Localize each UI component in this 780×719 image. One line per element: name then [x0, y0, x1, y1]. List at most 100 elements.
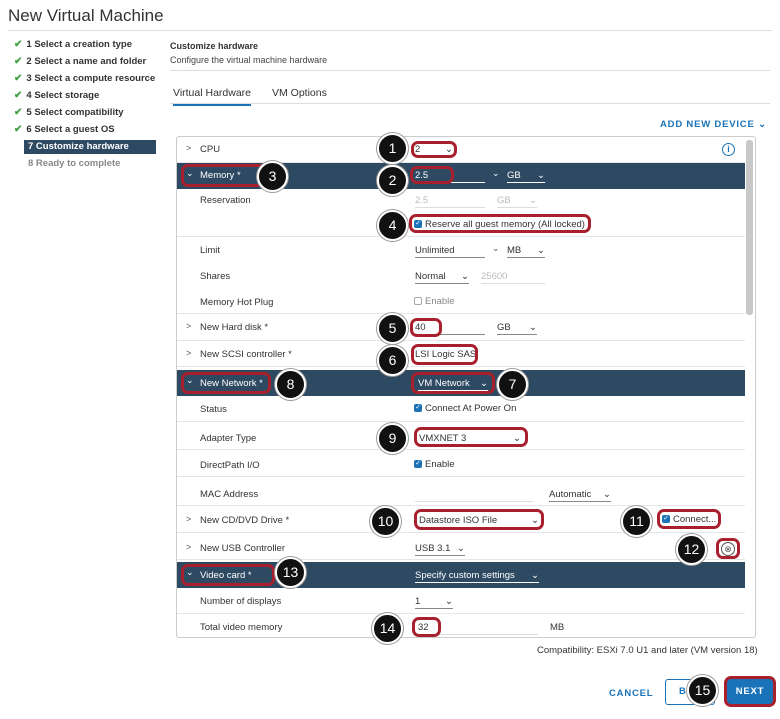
hard-disk-label: New Hard disk * [200, 322, 269, 333]
step-8: 8 Ready to complete [28, 158, 121, 169]
callout-badge: 8 [275, 369, 306, 400]
check-icon: ✔ [14, 107, 23, 118]
compatibility-text: Compatibility: ESXi 7.0 U1 and later (VM… [537, 645, 758, 656]
step-6[interactable]: ✔ 6 Select a guest OS [14, 123, 115, 137]
divider [177, 236, 745, 237]
cdrom-label: New CD/DVD Drive * [200, 515, 290, 526]
step-1[interactable]: ✔ 1 Select a creation type [14, 38, 132, 52]
step-label: 5 Select compatibility [26, 107, 124, 118]
section-title: Customize hardware [170, 41, 259, 51]
highlight-memory-value [410, 166, 454, 184]
highlight-adapter [414, 427, 528, 447]
tab-divider [170, 103, 770, 104]
cancel-button[interactable]: CANCEL [609, 688, 653, 699]
scrollbar-thumb[interactable] [746, 140, 753, 315]
highlight-video-label [181, 564, 275, 586]
chevron-down-icon: ⌄ [457, 543, 465, 554]
callout-badge: 11 [621, 506, 652, 537]
step-3[interactable]: ✔ 3 Select a compute resource [14, 72, 155, 86]
chevron-down-icon: ⌄ [529, 195, 537, 206]
check-icon: ✔ [14, 56, 23, 67]
step-label: 6 Select a guest OS [26, 124, 115, 135]
reservation-label: Reservation [200, 195, 251, 206]
highlight-video-memory [412, 617, 441, 637]
status-label: Status [200, 404, 227, 415]
mac-row [177, 478, 745, 506]
callout-badge: 4 [377, 210, 408, 241]
chevron-right-icon[interactable]: > [186, 542, 191, 552]
highlight-network-select [411, 372, 495, 394]
limit-input[interactable]: Unlimited [415, 244, 485, 258]
check-icon: ✔ [14, 124, 23, 135]
info-icon[interactable]: i [722, 143, 735, 156]
chevron-down-icon: ⌄ [492, 243, 500, 253]
step-2[interactable]: ✔ 2 Select a name and folder [14, 55, 146, 69]
video-settings-select[interactable]: Specify custom settings ⌄ [415, 569, 539, 583]
callout-badge: 14 [372, 613, 403, 644]
header-divider [170, 70, 770, 71]
reservation-input[interactable]: 2.5 [415, 194, 485, 208]
check-icon: ✔ [14, 39, 23, 50]
usb-select[interactable]: USB 3.1 ⌄ [415, 542, 465, 556]
tab-vm-options[interactable]: VM Options [272, 87, 327, 99]
limit-unit: MB [507, 245, 522, 256]
step-label: 1 Select a creation type [26, 39, 132, 50]
add-device-label: ADD NEW DEVICE [660, 119, 755, 130]
highlight-network-label [181, 372, 271, 394]
displays-label: Number of displays [200, 596, 282, 607]
cpu-row [177, 137, 745, 163]
chevron-right-icon[interactable]: > [186, 321, 191, 331]
video-memory-unit: MB [550, 622, 565, 633]
chevron-down-icon: ⌄ [529, 322, 537, 333]
step-7-active[interactable]: 7 Customize hardware [24, 140, 156, 154]
hard-disk-unit-select[interactable]: GB ⌄ [497, 321, 537, 335]
usb-label: New USB Controller [200, 543, 285, 554]
chevron-right-icon[interactable]: > [186, 143, 191, 153]
status-value: Connect At Power On [425, 403, 517, 414]
chevron-down-icon: ⌄ [531, 570, 539, 581]
highlight-hard-disk [410, 318, 442, 337]
callout-badge: 6 [377, 345, 408, 376]
step-label: 3 Select a compute resource [26, 73, 156, 84]
step-label: 2 Select a name and folder [26, 56, 147, 67]
step-4[interactable]: ✔ 4 Select storage [14, 89, 99, 103]
reservation-unit-select[interactable]: GB ⌄ [497, 194, 537, 208]
callout-badge: 13 [275, 557, 306, 588]
displays-value: 1 [415, 596, 421, 607]
chevron-down-icon: ⌄ [758, 119, 767, 130]
section-subtitle: Configure the virtual machine hardware [170, 55, 328, 65]
limit-unit-select[interactable]: MB ⌄ [507, 244, 545, 258]
memory-unit: GB [507, 170, 521, 181]
step-label: 4 Select storage [26, 90, 100, 101]
highlight-reserve-all [409, 214, 591, 233]
shares-label: Shares [200, 271, 231, 282]
callout-badge: 12 [676, 534, 707, 565]
add-new-device-button[interactable]: ADD NEW DEVICE ⌄ [660, 119, 767, 130]
connect-power-on-checkbox[interactable]: ✓ Connect At Power On [414, 403, 516, 414]
shares-input[interactable]: 25600 [481, 270, 545, 284]
callout-badge: 15 [687, 675, 718, 706]
directpath-row [177, 451, 745, 477]
shares-select[interactable]: Normal ⌄ [415, 270, 469, 284]
highlight-cpu [411, 141, 457, 158]
memory-unit-select[interactable]: GB ⌄ [507, 169, 545, 183]
displays-select[interactable]: 1 ⌄ [415, 595, 453, 609]
callout-badge: 5 [377, 313, 408, 344]
callout-badge: 2 [377, 165, 408, 196]
highlight-scsi [411, 344, 478, 365]
step-5[interactable]: ✔ 5 Select compatibility [14, 106, 124, 120]
callout-badge: 7 [497, 369, 528, 400]
chevron-down-icon: ⌄ [492, 168, 500, 178]
chevron-down-icon: ⌄ [537, 170, 545, 181]
callout-badge: 3 [257, 161, 288, 192]
video-value: Specify custom settings [415, 570, 515, 581]
chevron-right-icon[interactable]: > [186, 348, 191, 358]
check-icon: ✔ [14, 90, 23, 101]
checkbox-checked-icon: ✓ [414, 404, 422, 413]
chevron-down-icon: ⌄ [537, 245, 545, 256]
shares-level: Normal [415, 271, 446, 282]
window-title: New Virtual Machine [8, 6, 164, 25]
callout-badge: 1 [377, 133, 408, 164]
limit-label: Limit [200, 245, 221, 256]
chevron-right-icon[interactable]: > [186, 514, 191, 524]
